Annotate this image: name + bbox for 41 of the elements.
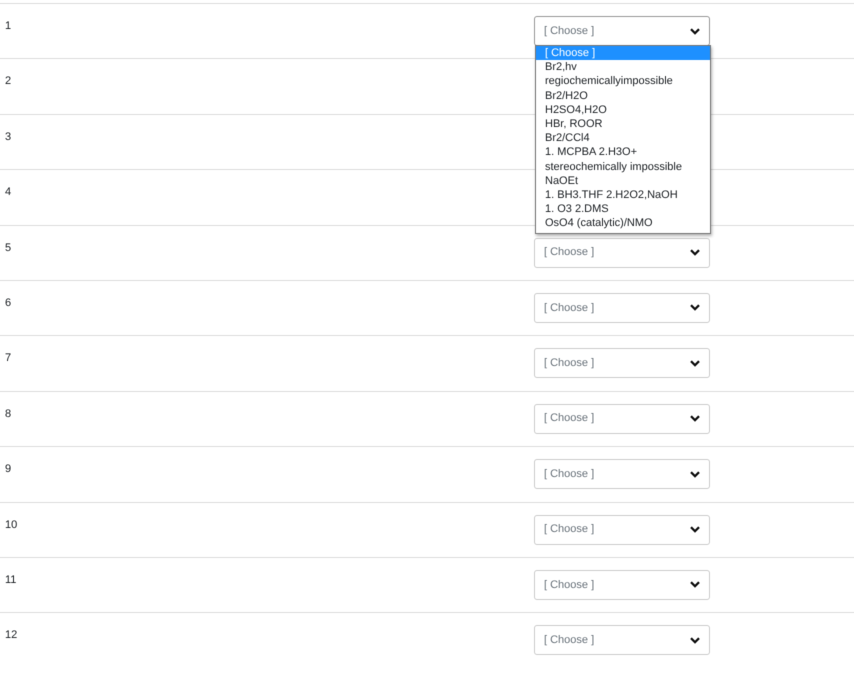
question-number: 5 <box>5 242 12 254</box>
chevron-icon <box>690 470 700 478</box>
dropdown-option[interactable]: 1. O3 2.DMS <box>536 202 710 216</box>
dropdown-field[interactable]: [ Choose ] <box>534 570 710 600</box>
question-number: 11 <box>5 574 16 586</box>
dropdown-option[interactable]: NaOEt <box>536 174 710 188</box>
dropdown-option[interactable]: Br2/H2O <box>536 88 710 103</box>
dropdown-option[interactable]: Br2/CCl4 <box>536 131 710 146</box>
question-number: 7 <box>5 352 12 364</box>
dropdown-option[interactable]: 1. MCPBA 2.H3O+ <box>536 145 710 160</box>
chevron-icon <box>690 304 700 312</box>
question-number: 2 <box>5 75 12 88</box>
question-number: 8 <box>5 408 12 420</box>
chevron-icon <box>690 581 700 588</box>
question-number: 10 <box>5 518 18 531</box>
question-number: 1 <box>5 20 12 32</box>
dropdown-field[interactable]: [ Choose ] <box>534 404 710 434</box>
chevron-icon <box>690 415 700 422</box>
question-number: 4 <box>5 186 12 198</box>
dropdown-field[interactable]: [ Choose ] <box>534 348 710 378</box>
dropdown-option[interactable]: regiochemicallyimpossible <box>536 74 710 89</box>
chevron-icon <box>690 249 700 256</box>
dropdown-option[interactable]: HBr, ROOR <box>536 117 710 132</box>
dropdown-option[interactable]: Br2,hv <box>536 60 710 74</box>
dropdown-option[interactable]: OsO4 (catalytic)/NMO <box>536 216 710 231</box>
dropdown-option[interactable]: 1. BH3.THF 2.H2O2,NaOH <box>536 188 710 202</box>
dropdown-field[interactable]: [ Choose ] <box>534 459 710 490</box>
chevron-icon <box>690 526 700 534</box>
dropdown-field[interactable]: [ Choose ] <box>534 625 710 656</box>
question-number: 12 <box>5 629 18 642</box>
question-number: 9 <box>5 463 12 476</box>
dropdown-field[interactable]: [ Choose ] <box>534 292 710 323</box>
dropdown-field[interactable]: [ Choose ] <box>534 238 710 268</box>
chevron-icon <box>690 360 700 367</box>
dropdown-option[interactable]: stereochemically impossible <box>536 160 710 174</box>
dropdown-option[interactable]: H2SO4,H2O <box>536 102 710 118</box>
chevron-icon <box>690 28 700 34</box>
question-number: 3 <box>5 130 12 143</box>
question-number: 6 <box>5 296 12 309</box>
dropdown-field[interactable]: [ Choose ] <box>534 514 710 545</box>
chevron-icon <box>690 636 700 644</box>
